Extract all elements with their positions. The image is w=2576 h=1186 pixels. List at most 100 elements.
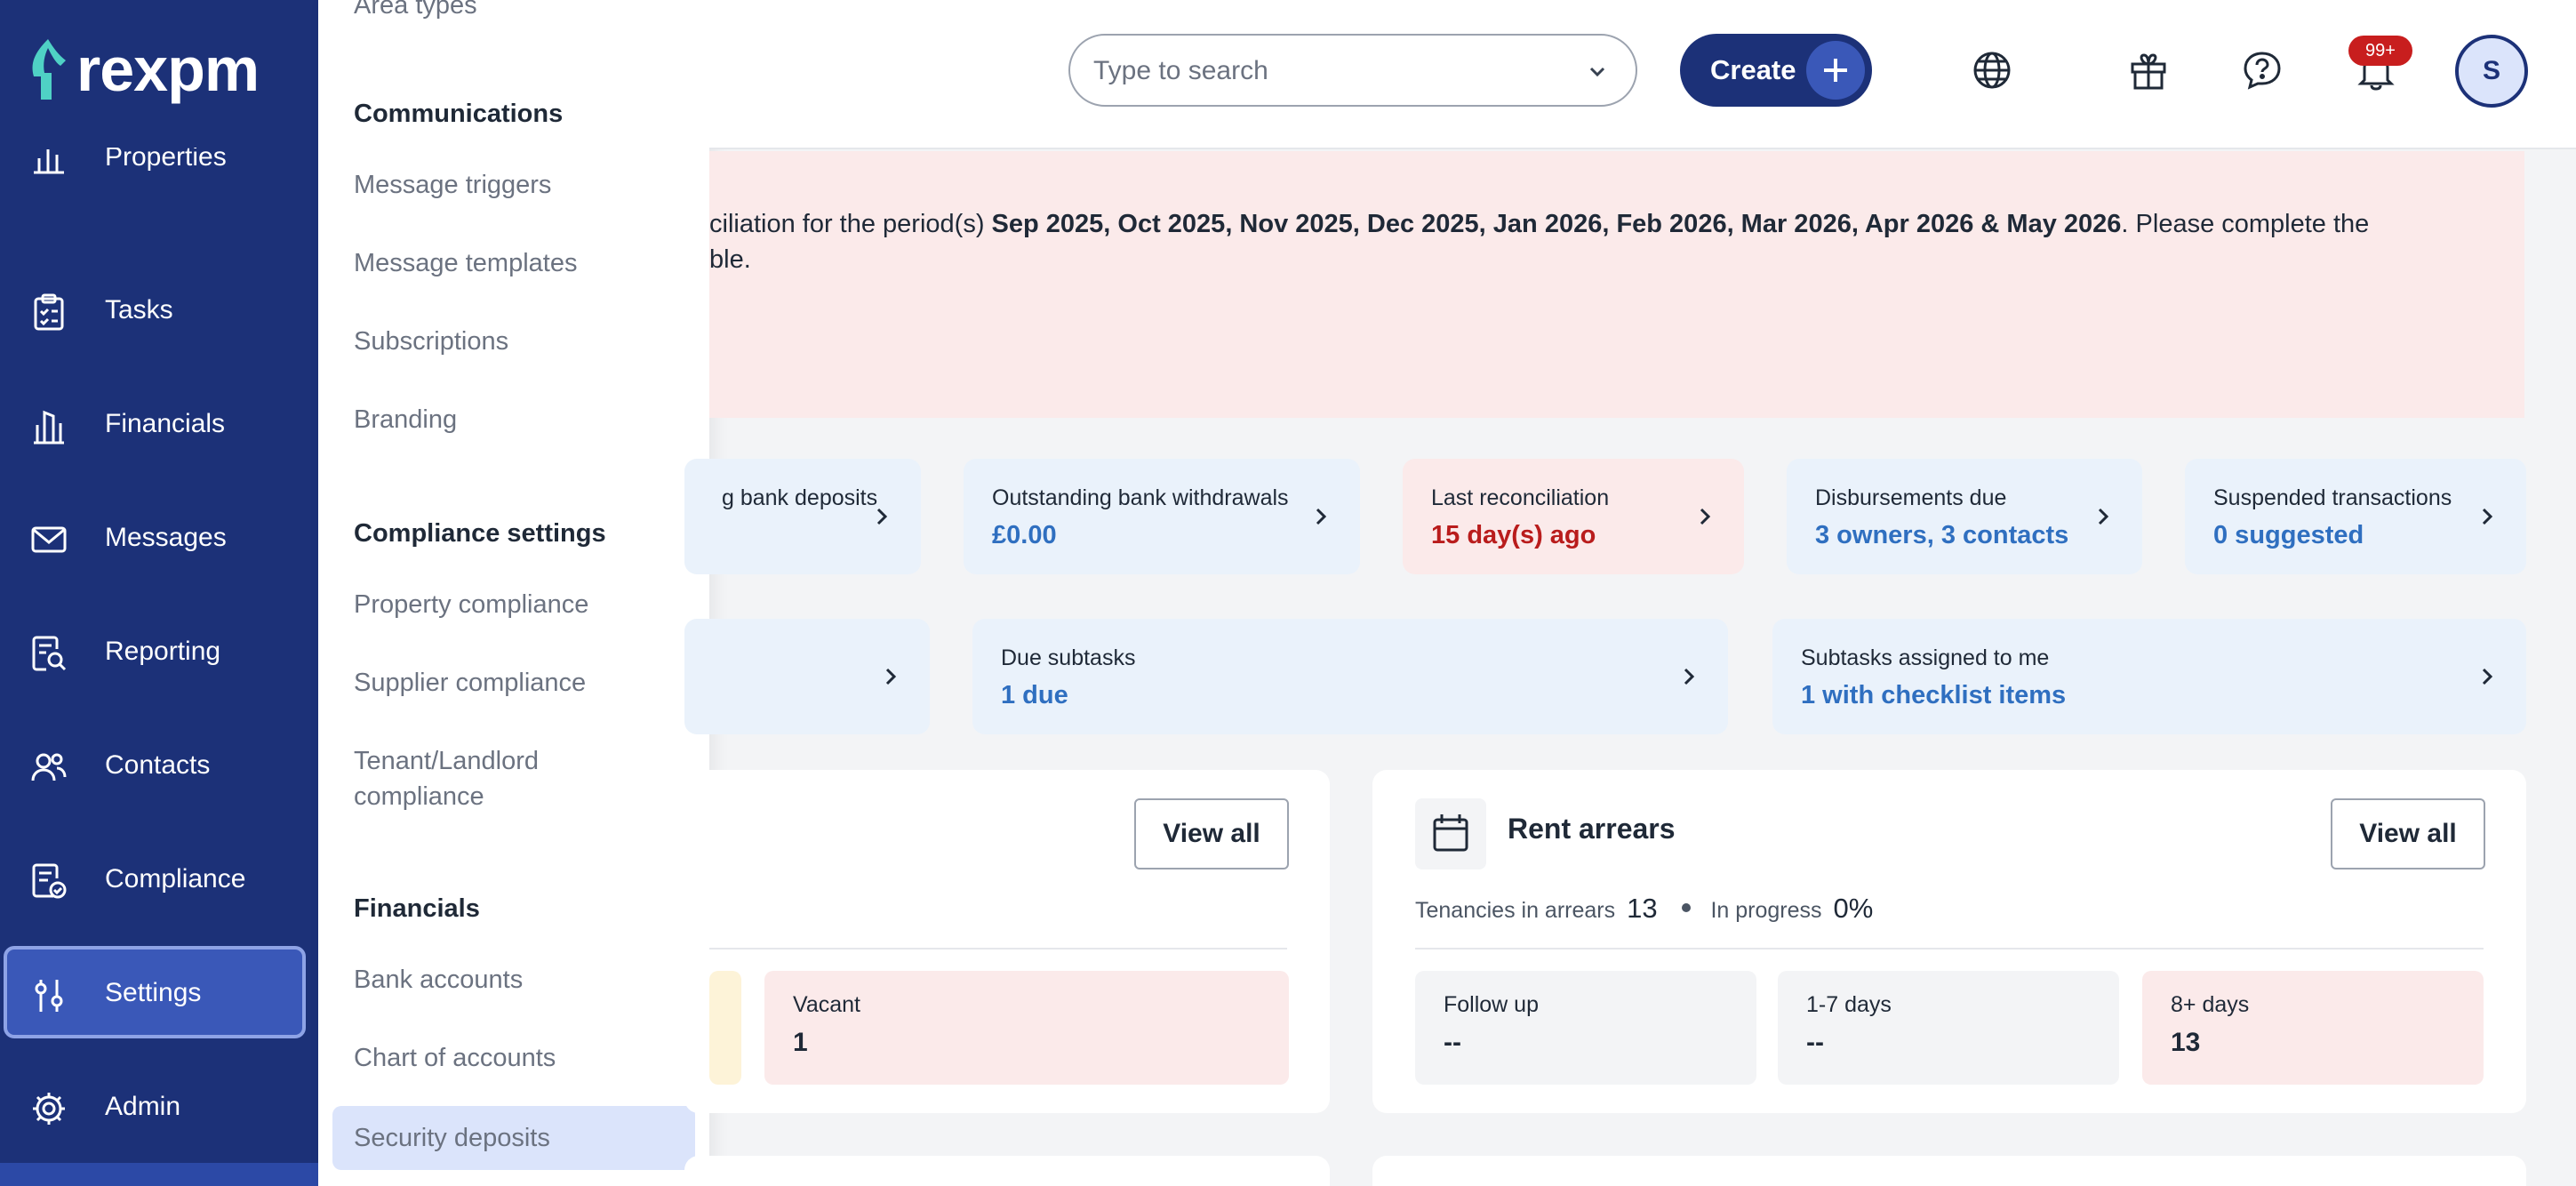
sidebar-item-tasks[interactable]: Tasks bbox=[4, 263, 306, 356]
sidebar-footer bbox=[0, 1163, 318, 1186]
menu-item-message-templates[interactable]: Message templates bbox=[354, 245, 577, 281]
bank-icon bbox=[34, 410, 64, 445]
alert-text-line1: ciliation for the period(s) Sep 2025, Oc… bbox=[709, 210, 2370, 238]
vacant-label: Vacant bbox=[793, 992, 860, 1017]
logo-mark-icon bbox=[32, 39, 66, 100]
globe-icon[interactable] bbox=[1972, 50, 2012, 91]
users-icon bbox=[31, 753, 67, 781]
arrears-bucket-1-7-days[interactable]: 1-7 days -- bbox=[1778, 971, 2119, 1085]
stat-title: Outstanding bank withdrawals bbox=[992, 485, 1289, 510]
vacant-card[interactable]: Vacant 1 bbox=[764, 971, 1289, 1085]
global-search[interactable] bbox=[1068, 34, 1637, 107]
sidebar-item-compliance[interactable]: Compliance bbox=[4, 832, 306, 925]
alert-text-line2: ble. bbox=[709, 245, 751, 274]
chevron-right-icon bbox=[876, 508, 888, 525]
sidebar-item-label: Tasks bbox=[105, 295, 173, 325]
chevron-right-icon bbox=[2482, 668, 2493, 685]
sidebar-item-admin[interactable]: Admin bbox=[4, 1060, 306, 1152]
notifications-badge: 99+ bbox=[2348, 36, 2412, 66]
calendar-icon bbox=[1415, 798, 1486, 869]
stat-title: Suspended transactions bbox=[2213, 485, 2452, 510]
gift-icon[interactable] bbox=[2128, 50, 2169, 91]
stat-card-outstanding-withdrawals[interactable]: Outstanding bank withdrawals £0.00 bbox=[964, 459, 1360, 574]
tenancies-label: Tenancies in arrears bbox=[1415, 898, 1616, 923]
sidebar-item-properties[interactable]: Properties bbox=[4, 148, 306, 183]
sidebar-item-settings[interactable]: Settings bbox=[4, 946, 306, 1038]
menu-item-label-line1: Tenant/Landlord bbox=[354, 747, 539, 775]
stat-value: 15 day(s) ago bbox=[1431, 521, 1596, 549]
chevron-right-icon bbox=[885, 668, 897, 685]
menu-item-subscriptions[interactable]: Subscriptions bbox=[354, 324, 508, 359]
arrears-bucket-follow-up[interactable]: Follow up -- bbox=[1415, 971, 1756, 1085]
chevron-right-icon bbox=[2482, 508, 2493, 525]
help-icon[interactable] bbox=[2242, 50, 2283, 91]
menu-item-security-deposits[interactable]: Security deposits bbox=[332, 1106, 695, 1170]
stat-value: 1 due bbox=[1001, 681, 1068, 709]
clipboard-icon bbox=[34, 293, 64, 331]
sidebar-item-messages[interactable]: Messages bbox=[4, 491, 306, 583]
sidebar-item-contacts[interactable]: Contacts bbox=[4, 718, 306, 811]
stat-card-last-reconciliation[interactable]: Last reconciliation 15 day(s) ago bbox=[1403, 459, 1744, 574]
sidebar-item-financials[interactable]: Financials bbox=[4, 377, 306, 469]
tenancies-value: 13 bbox=[1627, 893, 1658, 924]
reconciliation-alert: ciliation for the period(s) Sep 2025, Oc… bbox=[709, 151, 2524, 418]
stat-card-due-subtasks[interactable]: Due subtasks 1 due bbox=[972, 619, 1728, 734]
progress-label: In progress bbox=[1710, 898, 1822, 923]
bucket-label: 8+ days bbox=[2171, 992, 2250, 1017]
stat-value: £0.00 bbox=[992, 521, 1057, 549]
sidebar-item-label: Compliance bbox=[105, 864, 246, 894]
stat-value: 1 with checklist items bbox=[1801, 681, 2067, 709]
sidebar-item-label: Financials bbox=[105, 409, 226, 438]
menu-item-chart-of-accounts[interactable]: Chart of accounts bbox=[354, 1040, 556, 1076]
stat-card-suspended-transactions[interactable]: Suspended transactions 0 suggested bbox=[2185, 459, 2526, 574]
menu-item-supplier-compliance[interactable]: Supplier compliance bbox=[354, 665, 586, 701]
bucket-label: 1-7 days bbox=[1806, 992, 1892, 1017]
alert-periods: Sep 2025, Oct 2025, Nov 2025, Dec 2025, … bbox=[991, 210, 2122, 238]
stat-title: Last reconciliation bbox=[1431, 485, 1610, 510]
menu-heading-financials: Financials bbox=[354, 894, 480, 923]
sidebar-item-reporting[interactable]: Reporting bbox=[4, 605, 306, 697]
top-bar: Create 99+ S bbox=[709, 0, 2576, 149]
stat-title: g bank deposits bbox=[722, 485, 878, 510]
stat-title: Subtasks assigned to me bbox=[1801, 645, 2050, 670]
sidebar-item-label: Properties bbox=[105, 148, 227, 172]
sidebar: rexpm Properties Tasks Financials Messag… bbox=[0, 0, 318, 1186]
menu-heading-communications: Communications bbox=[354, 100, 564, 128]
chevron-right-icon bbox=[2098, 508, 2109, 525]
menu-item-branding[interactable]: Branding bbox=[354, 402, 457, 437]
rent-arrears-title: Rent arrears bbox=[1508, 813, 1676, 845]
stat-card-subtasks-assigned[interactable]: Subtasks assigned to me 1 with checklist… bbox=[1772, 619, 2526, 734]
rex-logo[interactable]: rexpm bbox=[25, 34, 260, 105]
occupancy-card-partial[interactable] bbox=[709, 971, 741, 1085]
settings-flyout-menu: Area types Communications Message trigge… bbox=[318, 0, 709, 1186]
stat-card-disbursements-due[interactable]: Disbursements due 3 owners, 3 contacts bbox=[1787, 459, 2142, 574]
properties-panel: View all Vacant 1 bbox=[684, 770, 1330, 1113]
search-input[interactable] bbox=[1093, 53, 1573, 89]
sidebar-item-label: Contacts bbox=[105, 750, 211, 780]
stat-card-outstanding-deposits[interactable]: g bank deposits bbox=[684, 459, 921, 574]
menu-item-message-triggers[interactable]: Message triggers bbox=[354, 167, 551, 203]
view-all-button[interactable]: View all bbox=[1134, 798, 1289, 869]
chevron-down-icon[interactable] bbox=[1586, 60, 1609, 84]
progress-value: 0% bbox=[1833, 893, 1874, 924]
vacant-value: 1 bbox=[793, 1028, 808, 1057]
avatar[interactable]: S bbox=[2455, 35, 2528, 108]
create-button[interactable]: Create bbox=[1680, 34, 1872, 107]
arrears-bucket-8-plus-days[interactable]: 8+ days 13 bbox=[2142, 971, 2484, 1085]
compliance-icon bbox=[32, 863, 67, 899]
sidebar-item-label: Reporting bbox=[105, 637, 221, 666]
menu-item-property-compliance[interactable]: Property compliance bbox=[354, 587, 588, 622]
view-all-button[interactable]: View all bbox=[2331, 798, 2485, 869]
sidebar-item-label: Admin bbox=[105, 1092, 181, 1121]
stat-card-tasks-partial[interactable] bbox=[684, 619, 930, 734]
stat-value: 0 suggested bbox=[2213, 521, 2364, 549]
menu-item-tenant-landlord-compliance[interactable]: Tenant/Landlord compliance bbox=[354, 743, 539, 814]
chevron-right-icon bbox=[1700, 508, 1711, 525]
sidebar-item-label: Messages bbox=[105, 523, 227, 552]
menu-item-area-types[interactable]: Area types bbox=[354, 0, 477, 23]
menu-item-bank-accounts[interactable]: Bank accounts bbox=[354, 962, 523, 998]
bucket-value: -- bbox=[1806, 1028, 1824, 1057]
logo-text: rexpm bbox=[76, 35, 260, 104]
arrears-summary: Tenancies in arrears 13 In progress 0% bbox=[1415, 893, 1873, 925]
bucket-value: -- bbox=[1444, 1028, 1461, 1057]
